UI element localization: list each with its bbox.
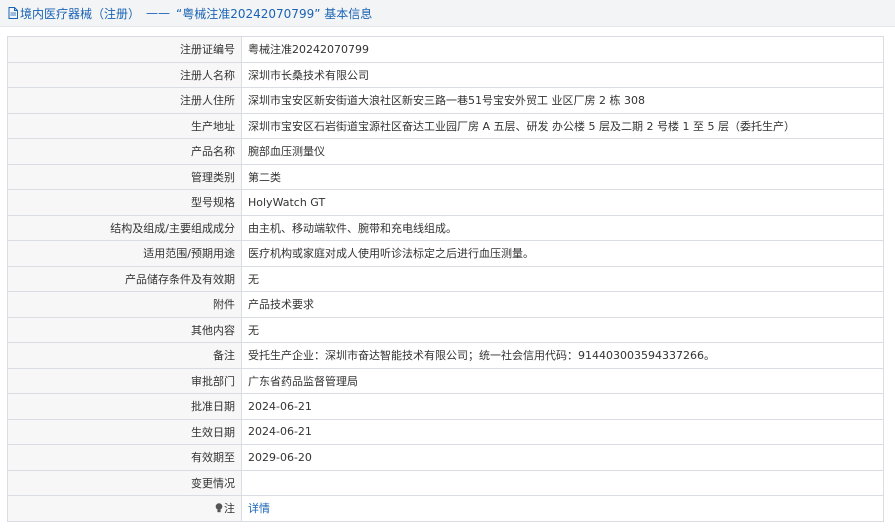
table-row-changes: 变更情况 (7, 469, 884, 496)
row-value: 深圳市长桑技术有限公司 (241, 61, 884, 88)
row-label: 生效日期 (7, 418, 242, 445)
row-label: 适用范围/预期用途 (7, 240, 242, 267)
row-label: 产品名称 (7, 138, 242, 165)
row-value-note: 详情 (241, 495, 884, 522)
row-value: 医疗机构或家庭对成人使用听诊法标定之后进行血压测量。 (241, 240, 884, 267)
details-link[interactable]: 详情 (248, 502, 270, 515)
table-row-registrant-name: 注册人名称 深圳市长桑技术有限公司 (7, 61, 884, 88)
table-row-approval-date: 批准日期 2024-06-21 (7, 393, 884, 420)
note-label: 注 (224, 502, 235, 516)
table-row-remarks: 备注 受托生产企业：深圳市奋达智能技术有限公司；统一社会信用代码：91440300… (7, 342, 884, 369)
row-label-note: 注 (7, 495, 242, 522)
row-value: 2024-06-21 (241, 393, 884, 420)
table-row-class: 管理类别 第二类 (7, 163, 884, 190)
row-value: HolyWatch GT (241, 189, 884, 216)
page-header: 境内医疗器械（注册） —— “粤械注准20242070799” 基本信息 (0, 0, 895, 27)
row-value: 广东省药品监督管理局 (241, 367, 884, 394)
table-row-attachment: 附件 产品技术要求 (7, 291, 884, 318)
row-value: 无 (241, 265, 884, 292)
row-value: 受托生产企业：深圳市奋达智能技术有限公司；统一社会信用代码：9144030035… (241, 342, 884, 369)
table-row-model: 型号规格 HolyWatch GT (7, 189, 884, 216)
row-label: 备注 (7, 342, 242, 369)
table-row-note: 注 详情 (7, 495, 884, 522)
row-label: 附件 (7, 291, 242, 318)
table-row-reg-no: 注册证编号 粤械注准20242070799 (7, 36, 884, 63)
table-row-production-address: 生产地址 深圳市宝安区石岩街道宝源社区奋达工业园厂房 A 五层、研发 办公楼 5 … (7, 112, 884, 139)
row-value: 第二类 (241, 163, 884, 190)
lightbulb-icon (215, 503, 223, 513)
table-row-product-name: 产品名称 腕部血压测量仪 (7, 138, 884, 165)
header-separator: —— (146, 6, 171, 20)
table-row-storage: 产品储存条件及有效期无 (7, 265, 884, 292)
row-label: 管理类别 (7, 163, 242, 190)
table-row-authority: 审批部门 广东省药品监督管理局 (7, 367, 884, 394)
document-icon (8, 7, 18, 19)
header-title: “粤械注准20242070799” 基本信息 (176, 6, 373, 21)
header-category: 境内医疗器械（注册） (20, 6, 141, 21)
row-value: 2029-06-20 (241, 444, 884, 471)
row-value: 深圳市宝安区新安街道大浪社区新安三路一巷51号宝安外贸工 业区厂房 2 栋 30… (241, 87, 884, 114)
row-value: 粤械注准20242070799 (241, 36, 884, 63)
row-value: 2024-06-21 (241, 418, 884, 445)
row-label: 其他内容 (7, 316, 242, 343)
row-label: 注册人名称 (7, 61, 242, 88)
table-row-registrant-address: 注册人住所 深圳市宝安区新安街道大浪社区新安三路一巷51号宝安外贸工 业区厂房 2… (7, 87, 884, 114)
row-value (241, 469, 884, 496)
table-row-scope: 适用范围/预期用途 医疗机构或家庭对成人使用听诊法标定之后进行血压测量。 (7, 240, 884, 267)
table-row-other: 其他内容无 (7, 316, 884, 343)
table-row-composition: 结构及组成/主要组成成分 由主机、移动端软件、腕带和充电线组成。 (7, 214, 884, 241)
row-label: 有效期至 (7, 444, 242, 471)
row-value: 产品技术要求 (241, 291, 884, 318)
row-label: 注册证编号 (7, 36, 242, 63)
row-value: 腕部血压测量仪 (241, 138, 884, 165)
table-row-expiry-date: 有效期至 2029-06-20 (7, 444, 884, 471)
row-label: 批准日期 (7, 393, 242, 420)
row-value: 由主机、移动端软件、腕带和充电线组成。 (241, 214, 884, 241)
row-label: 生产地址 (7, 112, 242, 139)
row-label: 注册人住所 (7, 87, 242, 114)
row-label: 变更情况 (7, 469, 242, 496)
row-value: 无 (241, 316, 884, 343)
row-label: 产品储存条件及有效期 (7, 265, 242, 292)
row-value: 深圳市宝安区石岩街道宝源社区奋达工业园厂房 A 五层、研发 办公楼 5 层及二期… (241, 112, 884, 139)
table-row-effective-date: 生效日期 2024-06-21 (7, 418, 884, 445)
row-label: 结构及组成/主要组成成分 (7, 214, 242, 241)
detail-table: 注册证编号 粤械注准20242070799 注册人名称 深圳市长桑技术有限公司 注册人住… (7, 36, 884, 522)
row-label: 型号规格 (7, 189, 242, 216)
row-label: 审批部门 (7, 367, 242, 394)
